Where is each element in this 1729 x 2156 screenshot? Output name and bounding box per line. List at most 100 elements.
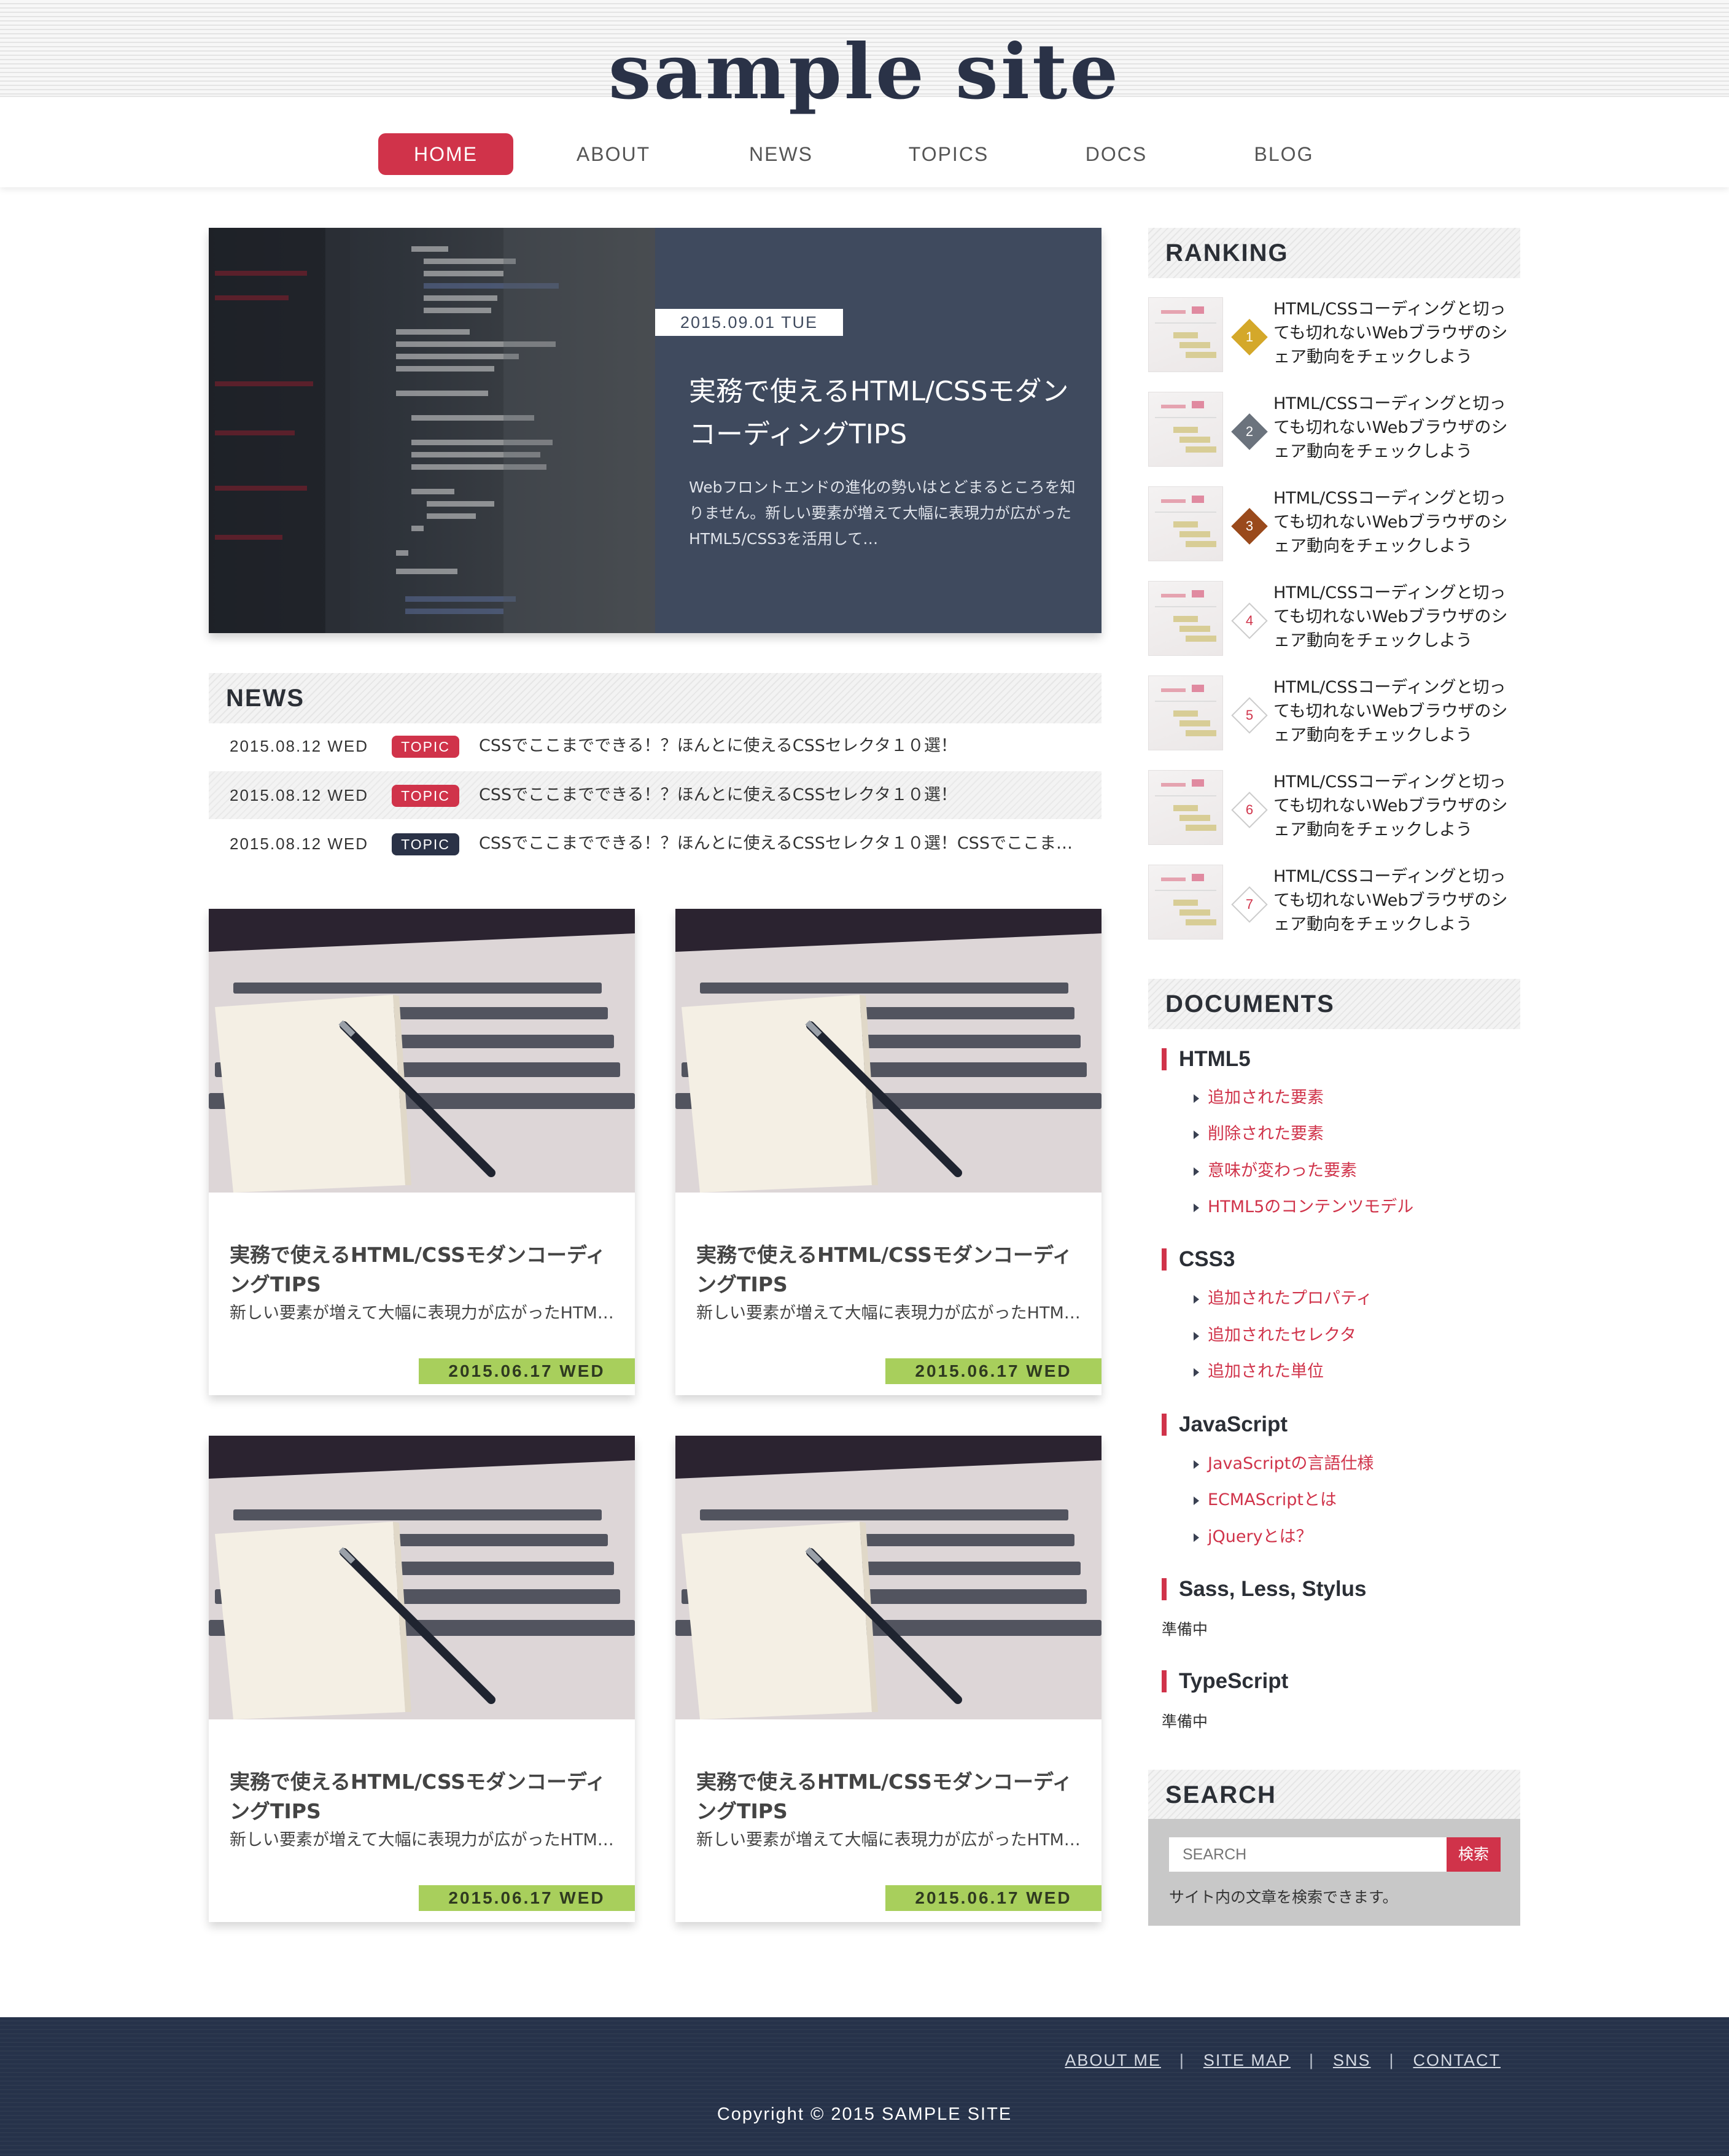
- laptop-graphic: [675, 1436, 1102, 1719]
- news-item[interactable]: 2015.08.12 WED TOPIC CSSでここまでできる！？ほんとに使え…: [209, 722, 1102, 770]
- chart-thumbnail-graphic: [1155, 401, 1216, 453]
- card-title[interactable]: 実務で使えるHTML/CSSモダンコーディングTIPS: [696, 1767, 1083, 1826]
- doc-link[interactable]: 追加された要素: [1194, 1087, 1324, 1109]
- laptop-image: [675, 1436, 1102, 1719]
- ranking-heading: RANKING: [1148, 228, 1520, 278]
- caret-right-icon: [1194, 1294, 1199, 1304]
- article-card[interactable]: 実務で使えるHTML/CSSモダンコーディングTIPS 新しい要素が増えて大幅に…: [209, 1436, 635, 1922]
- nav-item-about[interactable]: ABOUT: [546, 133, 681, 175]
- rank-badge: 5: [1231, 697, 1268, 734]
- code-screen-graphic: [209, 228, 655, 633]
- ranking-item[interactable]: 7 HTML/CSSコーディングと切っても切れないWebブラウザのシェア動向をチ…: [1148, 865, 1520, 942]
- topic-badge: TOPIC: [392, 833, 459, 855]
- news-title[interactable]: CSSでここまでできる！？ほんとに使えるCSSセレクタ１０選！CSSでここま…: [479, 820, 1093, 868]
- chart-thumbnail-graphic: [1155, 685, 1216, 736]
- search-note: サイト内の文章を検索できます。: [1169, 1888, 1398, 1906]
- doc-category-javascript: JavaScript: [1162, 1412, 1288, 1437]
- card-date: 2015.06.17 WED: [419, 1358, 635, 1384]
- laptop-graphic: [209, 909, 635, 1193]
- ranking-title[interactable]: HTML/CSSコーディングと切っても切れないWebブラウザのシェア動向をチェッ…: [1273, 486, 1519, 558]
- hero-code-image: [209, 228, 655, 633]
- chart-thumbnail: [1148, 675, 1223, 750]
- nav-item-topics[interactable]: TOPICS: [881, 133, 1016, 175]
- laptop-image: [675, 909, 1102, 1193]
- rank-badge: 1: [1231, 319, 1268, 356]
- card-excerpt: 新しい要素が増えて大幅に表現力が広がったHTM…: [696, 1831, 1081, 1850]
- site-header: sample site HOME ABOUT NEWS TOPICS DOCS …: [0, 0, 1729, 187]
- separator: |: [1308, 2051, 1315, 2069]
- ranking-title[interactable]: HTML/CSSコーディングと切っても切れないWebブラウザのシェア動向をチェッ…: [1273, 581, 1519, 653]
- news-date: 2015.08.12 WED: [230, 786, 369, 804]
- ranking-item[interactable]: 4 HTML/CSSコーディングと切っても切れないWebブラウザのシェア動向をチ…: [1148, 581, 1520, 658]
- card-title[interactable]: 実務で使えるHTML/CSSモダンコーディングTIPS: [696, 1240, 1083, 1299]
- ranking-title[interactable]: HTML/CSSコーディングと切っても切れないWebブラウザのシェア動向をチェッ…: [1273, 770, 1519, 842]
- doc-link[interactable]: JavaScriptの言語仕様: [1194, 1453, 1373, 1475]
- chart-thumbnail: [1148, 392, 1223, 467]
- card-title[interactable]: 実務で使えるHTML/CSSモダンコーディングTIPS: [230, 1767, 616, 1826]
- caret-right-icon: [1194, 1130, 1199, 1139]
- ranking-title[interactable]: HTML/CSSコーディングと切っても切れないWebブラウザのシェア動向をチェッ…: [1273, 297, 1519, 369]
- ranking-item[interactable]: 6 HTML/CSSコーディングと切っても切れないWebブラウザのシェア動向をチ…: [1148, 770, 1520, 847]
- chart-thumbnail-graphic: [1155, 590, 1216, 642]
- documents-heading: DOCUMENTS: [1148, 979, 1520, 1029]
- doc-link[interactable]: HTML5のコンテンツモデル: [1194, 1196, 1413, 1218]
- search-input[interactable]: [1169, 1837, 1449, 1872]
- doc-category-sass: Sass, Less, Stylus: [1162, 1577, 1366, 1601]
- main-nav: HOME ABOUT NEWS TOPICS DOCS BLOG: [378, 133, 1379, 175]
- caret-right-icon: [1194, 1167, 1199, 1176]
- doc-link[interactable]: 追加された単位: [1194, 1361, 1324, 1383]
- search-button[interactable]: 検索: [1447, 1837, 1501, 1872]
- topic-badge: TOPIC: [392, 736, 459, 758]
- chart-thumbnail-graphic: [1155, 496, 1216, 547]
- site-logo[interactable]: sample site: [0, 29, 1729, 115]
- doc-link[interactable]: ECMAScriptとは: [1194, 1489, 1337, 1511]
- ranking-item[interactable]: 5 HTML/CSSコーディングと切っても切れないWebブラウザのシェア動向をチ…: [1148, 675, 1520, 753]
- news-date: 2015.08.12 WED: [230, 737, 369, 755]
- ranking-title[interactable]: HTML/CSSコーディングと切っても切れないWebブラウザのシェア動向をチェッ…: [1273, 675, 1519, 747]
- news-date: 2015.08.12 WED: [230, 835, 369, 853]
- article-card[interactable]: 実務で使えるHTML/CSSモダンコーディングTIPS 新しい要素が増えて大幅に…: [675, 1436, 1102, 1922]
- laptop-image: [209, 1436, 635, 1719]
- footer-link-contact[interactable]: CONTACT: [1413, 2051, 1501, 2069]
- chart-thumbnail-graphic: [1155, 874, 1216, 925]
- ranking-item[interactable]: 3 HTML/CSSコーディングと切っても切れないWebブラウザのシェア動向をチ…: [1148, 486, 1520, 564]
- nav-item-news[interactable]: NEWS: [713, 133, 849, 175]
- hero-title[interactable]: 実務で使えるHTML/CSSモダンコーディングTIPS: [689, 370, 1070, 456]
- caret-right-icon: [1194, 1533, 1199, 1542]
- article-card[interactable]: 実務で使えるHTML/CSSモダンコーディングTIPS 新しい要素が増えて大幅に…: [209, 909, 635, 1395]
- footer-link-site-map[interactable]: SITE MAP: [1203, 2051, 1291, 2069]
- caret-right-icon: [1194, 1460, 1199, 1469]
- doc-category-typescript: TypeScript: [1162, 1669, 1288, 1694]
- chart-thumbnail-graphic: [1155, 306, 1216, 358]
- rank-badge: 7: [1231, 886, 1268, 923]
- news-title[interactable]: CSSでここまでできる！？ほんとに使えるCSSセレクタ１０選！: [479, 771, 1093, 819]
- doc-link[interactable]: 意味が変わった要素: [1194, 1160, 1357, 1182]
- rank-badge: 4: [1231, 602, 1268, 639]
- doc-link[interactable]: 追加されたセレクタ: [1194, 1325, 1356, 1347]
- footer-link-sns[interactable]: SNS: [1333, 2051, 1371, 2069]
- news-item[interactable]: 2015.08.12 WED TOPIC CSSでここまでできる！？ほんとに使え…: [209, 771, 1102, 819]
- news-item[interactable]: 2015.08.12 WED TOPIC CSSでここまでできる！？ほんとに使え…: [209, 820, 1102, 868]
- nav-item-docs[interactable]: DOCS: [1049, 133, 1184, 175]
- card-title[interactable]: 実務で使えるHTML/CSSモダンコーディングTIPS: [230, 1240, 616, 1299]
- doc-link[interactable]: jQueryとは？: [1194, 1526, 1313, 1548]
- caret-right-icon: [1194, 1331, 1199, 1341]
- doc-link[interactable]: 削除された要素: [1194, 1123, 1324, 1145]
- news-title[interactable]: CSSでここまでできる！？ほんとに使えるCSSセレクタ１０選！: [479, 722, 1093, 770]
- footer-link-about-me[interactable]: ABOUT ME: [1065, 2051, 1161, 2069]
- ranking-item[interactable]: 2 HTML/CSSコーディングと切っても切れないWebブラウザのシェア動向をチ…: [1148, 392, 1520, 469]
- nav-item-blog[interactable]: BLOG: [1216, 133, 1351, 175]
- ranking-title[interactable]: HTML/CSSコーディングと切っても切れないWebブラウザのシェア動向をチェッ…: [1273, 392, 1519, 464]
- hero-date: 2015.09.01 TUE: [655, 309, 843, 336]
- hero-article[interactable]: 2015.09.01 TUE 実務で使えるHTML/CSSモダンコーディングTI…: [209, 228, 1102, 633]
- rank-badge: 3: [1231, 508, 1268, 545]
- preparing-note: 準備中: [1162, 1621, 1208, 1638]
- nav-item-home[interactable]: HOME: [378, 133, 513, 175]
- ranking-title[interactable]: HTML/CSSコーディングと切っても切れないWebブラウザのシェア動向をチェッ…: [1273, 865, 1519, 936]
- article-card[interactable]: 実務で使えるHTML/CSSモダンコーディングTIPS 新しい要素が増えて大幅に…: [675, 909, 1102, 1395]
- chart-thumbnail-graphic: [1155, 779, 1216, 831]
- ranking-item[interactable]: 1 HTML/CSSコーディングと切っても切れないWebブラウザのシェア動向をチ…: [1148, 297, 1520, 375]
- hero-panel: 2015.09.01 TUE 実務で使えるHTML/CSSモダンコーディングTI…: [655, 228, 1102, 633]
- separator: |: [1389, 2051, 1395, 2069]
- doc-link[interactable]: 追加されたプロパティ: [1194, 1288, 1372, 1310]
